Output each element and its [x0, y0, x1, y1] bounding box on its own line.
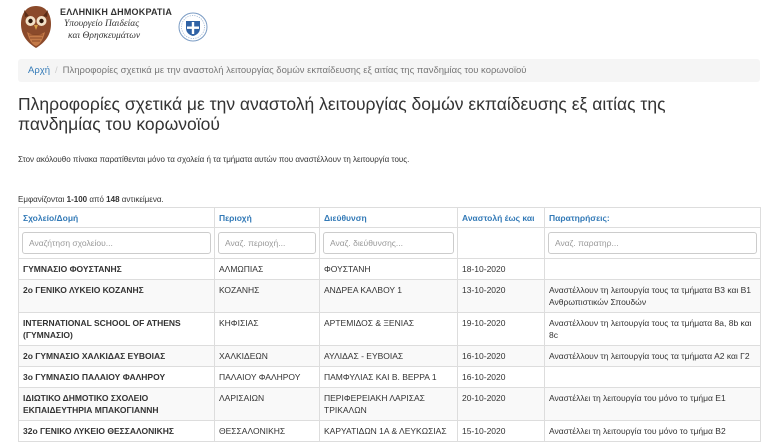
table-row: ΙΔΙΩΤΙΚΟ ΔΗΜΟΤΙΚΟ ΣΧΟΛΕΙΟ ΕΚΠΑΙΔΕΥΤΗΡΙΑ …	[18, 387, 761, 421]
cell-address: ΦΟΥΣΤΑΝΗ	[319, 258, 458, 280]
filter-cell-until	[457, 227, 545, 259]
cell-notes	[544, 258, 761, 280]
column-header-notes[interactable]: Παρατηρήσεις:	[544, 207, 761, 228]
cell-until: 20-10-2020	[457, 387, 545, 421]
column-header-school[interactable]: Σχολείο/Δομή	[18, 207, 215, 228]
table-row: 2ο ΓΥΜΝΑΣΙΟ ΧΑΛΚΙΔΑΣ ΕΥΒΟΙΑΣ ΧΑΛΚΙΔΕΩΝ Α…	[18, 345, 761, 367]
cell-region: ΘΕΣΣΑΛΟΝΙΚΗΣ	[214, 420, 320, 442]
breadcrumb-current: Πληροφορίες σχετικά με την αναστολή λειτ…	[62, 65, 527, 76]
cell-school: ΓΥΜΝΑΣΙΟ ΦΟΥΣΤΑΝΗΣ	[18, 258, 215, 280]
cell-address: ΠΕΡΙΦΕΡΕΙΑΚΗ ΛΑΡΙΣΑΣ ΤΡΙΚΑΛΩΝ	[319, 387, 458, 421]
cell-notes: Αναστέλλει τη λειτουργία του μόνο το τμή…	[544, 387, 761, 421]
ministry-line-3: και Θρησκευμάτων	[68, 31, 141, 41]
cell-school: ΙΔΙΩΤΙΚΟ ΔΗΜΟΤΙΚΟ ΣΧΟΛΕΙΟ ΕΚΠΑΙΔΕΥΤΗΡΙΑ …	[18, 387, 215, 421]
cell-region: ΛΑΡΙΣΑΙΩΝ	[214, 387, 320, 421]
table-filter-row	[18, 227, 761, 259]
cell-region: ΧΑΛΚΙΔΕΩΝ	[214, 345, 320, 367]
cell-until: 13-10-2020	[457, 279, 545, 313]
page-title: Πληροφορίες σχετικά με την αναστολή λειτ…	[18, 94, 666, 134]
results-summary: Εμφανίζονται 1-100 από 148 αντικείμενα.	[18, 195, 164, 204]
greek-emblem-icon	[178, 12, 208, 42]
breadcrumb: Αρχή / Πληροφορίες σχετικά με την αναστολή…	[18, 59, 760, 82]
summary-suffix: αντικείμενα.	[119, 195, 164, 204]
table-row: ΓΥΜΝΑΣΙΟ ΦΟΥΣΤΑΝΗΣ ΑΛΜΩΠΙΑΣ ΦΟΥΣΤΑΝΗ 18-…	[18, 258, 761, 280]
cell-school: 3ο ΓΥΜΝΑΣΙΟ ΠΑΛΑΙΟΥ ΦΑΛΗΡΟΥ	[18, 366, 215, 388]
cell-address: ΚΑΡΥΑΤΙΔΩΝ 1Α & ΛΕΥΚΩΣΙΑΣ	[319, 420, 458, 442]
cell-notes: Αναστέλλει τη λειτουργία του μόνο το τμή…	[544, 420, 761, 442]
cell-region: ΚΟΖΑΝΗΣ	[214, 279, 320, 313]
address-search-input[interactable]	[323, 232, 454, 254]
column-header-region[interactable]: Περιοχή	[214, 207, 320, 228]
cell-address: ΠΑΜΦΥΛΙΑΣ ΚΑΙ Β. ΒΕΡΡΑ 1	[319, 366, 458, 388]
table-row: INTERNATIONAL SCHOOL OF ATHENS (ΓΥΜΝΑΣΙΟ…	[18, 312, 761, 346]
cell-until: 15-10-2020	[457, 420, 545, 442]
ministry-line-2: Υπουργείο Παιδείας	[64, 19, 140, 29]
cell-region: ΠΑΛΑΙΟΥ ΦΑΛΗΡΟΥ	[214, 366, 320, 388]
ministry-line-1: ΕΛΛΗΝΙΚΗ ΔΗΜΟΚΡΑΤΙΑ	[60, 7, 173, 17]
cell-until: 16-10-2020	[457, 345, 545, 367]
site-header: ΕΛΛΗΝΙΚΗ ΔΗΜΟΚΡΑΤΙΑ Υπουργείο Παιδείας κ…	[18, 4, 318, 52]
breadcrumb-separator: /	[55, 65, 58, 76]
cell-school: 2ο ΓΕΝΙΚΟ ΛΥΚΕΙΟ ΚΟΖΑΝΗΣ	[18, 279, 215, 313]
cell-school: 32ο ΓΕΝΙΚΟ ΛΥΚΕΙΟ ΘΕΣΣΑΛΟΝΙΚΗΣ	[18, 420, 215, 442]
summary-range: 1-100	[66, 195, 88, 204]
cell-address: ΑΥΛΙΔΑΣ - ΕΥΒΟΙΑΣ	[319, 345, 458, 367]
cell-school: INTERNATIONAL SCHOOL OF ATHENS (ΓΥΜΝΑΣΙΟ…	[18, 312, 215, 346]
table-header-row: Σχολείο/Δομή Περιοχή Διεύθυνση Αναστολή …	[18, 207, 761, 228]
summary-prefix: Εμφανίζονται	[18, 195, 67, 204]
school-search-input[interactable]	[22, 232, 211, 254]
summary-middle: από	[87, 195, 107, 204]
owl-logo-icon[interactable]	[18, 4, 54, 50]
table-row: 3ο ΓΥΜΝΑΣΙΟ ΠΑΛΑΙΟΥ ΦΑΛΗΡΟΥ ΠΑΛΑΙΟΥ ΦΑΛΗ…	[18, 366, 761, 388]
cell-school: 2ο ΓΥΜΝΑΣΙΟ ΧΑΛΚΙΔΑΣ ΕΥΒΟΙΑΣ	[18, 345, 215, 367]
notes-search-input[interactable]	[548, 232, 757, 254]
table-row: 2ο ΓΕΝΙΚΟ ΛΥΚΕΙΟ ΚΟΖΑΝΗΣ ΚΟΖΑΝΗΣ ΑΝΔΡΕΑ …	[18, 279, 761, 313]
cell-address: ΑΡΤΕΜΙΔΟΣ & ΞΕΝΙΑΣ	[319, 312, 458, 346]
filter-cell-school	[18, 227, 215, 259]
cell-until: 18-10-2020	[457, 258, 545, 280]
ministry-name: ΕΛΛΗΝΙΚΗ ΔΗΜΟΚΡΑΤΙΑ Υπουργείο Παιδείας κ…	[60, 6, 172, 42]
cell-region: ΑΛΜΩΠΙΑΣ	[214, 258, 320, 280]
cell-notes: Αναστέλλουν τη λειτουργία τους τα τμήματ…	[544, 312, 761, 346]
cell-until: 19-10-2020	[457, 312, 545, 346]
filter-cell-notes	[544, 227, 761, 259]
cell-until: 16-10-2020	[457, 366, 545, 388]
filter-cell-address	[319, 227, 458, 259]
breadcrumb-home-link[interactable]: Αρχή	[28, 65, 50, 76]
intro-text: Στον ακόλουθο πίνακα παρατίθενται μόνο τ…	[18, 155, 410, 164]
table-row: 32ο ΓΕΝΙΚΟ ΛΥΚΕΙΟ ΘΕΣΣΑΛΟΝΙΚΗΣ ΘΕΣΣΑΛΟΝΙ…	[18, 420, 761, 442]
schools-table: Σχολείο/Δομή Περιοχή Διεύθυνση Αναστολή …	[18, 207, 761, 442]
cell-address: ΑΝΔΡΕΑ ΚΑΛΒΟΥ 1	[319, 279, 458, 313]
cell-notes: Αναστέλλουν τη λειτουργία τους τα τμήματ…	[544, 279, 761, 313]
region-search-input[interactable]	[218, 232, 316, 254]
cell-notes: Αναστέλλουν τη λειτουργία τους τα τμήματ…	[544, 345, 761, 367]
column-header-address[interactable]: Διεύθυνση	[319, 207, 458, 228]
column-header-until[interactable]: Αναστολή έως και	[457, 207, 545, 228]
summary-total: 148	[106, 195, 120, 204]
filter-cell-region	[214, 227, 320, 259]
cell-notes	[544, 366, 761, 388]
cell-region: ΚΗΦΙΣΙΑΣ	[214, 312, 320, 346]
